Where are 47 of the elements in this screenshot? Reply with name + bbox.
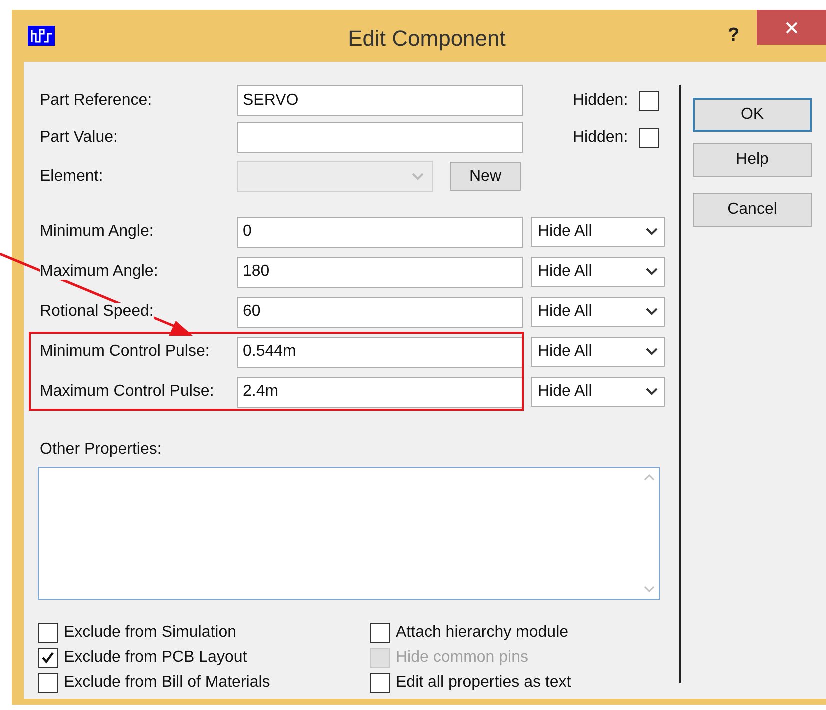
checkbox-label: Exclude from Simulation xyxy=(64,622,237,642)
dialog-button[interactable]: Cancel xyxy=(693,193,812,227)
field-label: Part Reference: xyxy=(40,92,152,108)
help-button[interactable]: ? xyxy=(728,22,740,50)
app-logo-icon xyxy=(28,26,55,46)
field-label: Element: xyxy=(40,168,104,184)
other-properties-label: Other Properties: xyxy=(39,440,162,460)
checkbox[interactable] xyxy=(370,672,390,692)
field-label: Minimum Angle: xyxy=(40,223,154,240)
visibility-dropdown[interactable]: Hide All xyxy=(531,257,665,287)
text-field[interactable]: SERVO xyxy=(237,85,523,116)
checkbox[interactable] xyxy=(639,90,659,110)
checkbox[interactable] xyxy=(38,672,58,692)
chevron-down-icon xyxy=(646,348,658,356)
checkbox-label: Attach hierarchy module xyxy=(396,622,569,642)
chevron-down-icon xyxy=(646,388,658,396)
checkbox[interactable] xyxy=(639,128,659,148)
checkbox-label: Exclude from Bill of Materials xyxy=(64,672,270,692)
field-label: Part Value: xyxy=(40,128,118,146)
chevron-down-icon xyxy=(646,228,658,236)
checkbox-label: Hide common pins xyxy=(396,648,528,668)
hidden-label: Hidden: xyxy=(573,128,630,148)
field-label: Rotional Speed: xyxy=(40,303,154,320)
text-field[interactable]: 2.4m xyxy=(237,376,523,408)
checkbox-label: Edit all properties as text xyxy=(396,672,572,692)
text-field[interactable]: 0 xyxy=(237,216,523,248)
text-field[interactable]: 60 xyxy=(237,296,523,328)
visibility-dropdown[interactable]: Hide All xyxy=(531,217,665,247)
chevron-down-icon xyxy=(412,172,424,180)
window-title: Edit Component xyxy=(347,25,507,53)
hidden-label: Hidden: xyxy=(573,90,630,110)
visibility-dropdown[interactable]: Hide All xyxy=(531,297,665,327)
text-field[interactable] xyxy=(237,122,523,153)
text-field[interactable]: 180 xyxy=(237,256,523,288)
visibility-dropdown[interactable]: Hide All xyxy=(531,377,665,407)
visibility-dropdown[interactable]: Hide All xyxy=(531,337,665,367)
checkbox[interactable] xyxy=(38,648,58,668)
chevron-down-icon xyxy=(646,308,658,316)
dialog-button[interactable]: Help xyxy=(693,143,812,177)
checkbox-label: Exclude from PCB Layout xyxy=(64,648,248,668)
checkbox[interactable] xyxy=(38,622,58,642)
checkbox[interactable] xyxy=(370,622,390,642)
dialog-button[interactable]: OK xyxy=(693,98,812,132)
chevron-down-icon xyxy=(646,268,658,276)
field-label: Maximum Angle: xyxy=(40,263,158,280)
text-field[interactable]: 0.544m xyxy=(237,336,523,368)
close-icon xyxy=(786,22,798,34)
